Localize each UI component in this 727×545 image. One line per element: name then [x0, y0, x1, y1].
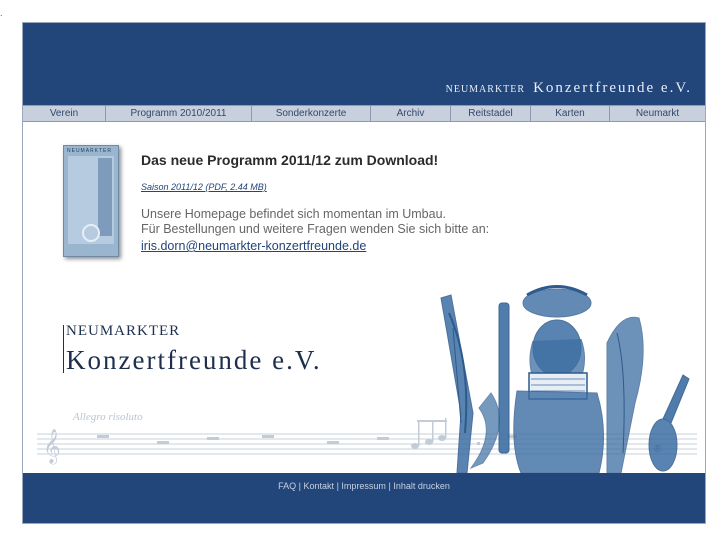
logo-line-2: Konzertfreunde e.V. [66, 345, 322, 375]
nav-item-verein[interactable]: Verein [23, 106, 106, 121]
footer-separator: | [336, 481, 339, 491]
main-content: Das neue Programm 2011/12 zum Download! … [141, 152, 581, 255]
thumbnail-emblem-icon [82, 224, 100, 242]
musician-illustration [440, 285, 690, 473]
nav-item-reitstadel[interactable]: Reitstadel [451, 106, 531, 121]
program-download-link[interactable]: Saison 2011/12 (PDF, 2.44 MB) [141, 182, 267, 192]
page-headline: Das neue Programm 2011/12 zum Download! [141, 152, 439, 168]
thumbnail-label: NEUMARKTER [67, 148, 113, 154]
notice-line-1: Unsere Homepage befindet sich momentan i… [141, 207, 447, 221]
notice-line-2: Für Bestellungen und weitere Fragen wend… [141, 222, 490, 236]
nav-item-archiv[interactable]: Archiv [371, 106, 451, 121]
footer: FAQ | Kontakt | Impressum | Inhalt druck… [23, 473, 705, 523]
notice-text: Unsere Homepage befindet sich momentan i… [141, 207, 581, 237]
header-title: Neumarkter Konzertfreunde e.V. [446, 79, 692, 97]
corner-mark: . [0, 8, 3, 18]
footer-link-impressum[interactable]: Impressum [341, 481, 386, 491]
nav-item-karten[interactable]: Karten [531, 106, 610, 121]
page-frame: Neumarkter Konzertfreunde e.V. Verein Pr… [22, 22, 706, 524]
footer-link-kontakt[interactable]: Kontakt [304, 481, 335, 491]
nav-item-sonderkonzerte[interactable]: Sonderkonzerte [252, 106, 371, 121]
header-title-small: Neumarkter [445, 84, 526, 95]
contact-email-link[interactable]: iris.dorn@neumarkter-konzertfreunde.de [141, 239, 366, 253]
main-nav: Verein Programm 2010/2011 Sonderkonzerte… [23, 105, 705, 122]
logo-bar [63, 325, 64, 373]
footer-links: FAQ | Kontakt | Impressum | Inhalt druck… [23, 481, 705, 491]
footer-separator: | [298, 481, 301, 491]
thumbnail-year-strip [98, 158, 112, 236]
tempo-marking: Allegro risoluto [72, 411, 143, 423]
logo-line-1: NEUMARKTER [66, 323, 181, 339]
footer-link-faq[interactable]: FAQ [278, 481, 296, 491]
registered-mark: ® [654, 444, 662, 455]
footer-separator: | [388, 481, 391, 491]
nav-item-programm[interactable]: Programm 2010/2011 [106, 106, 252, 121]
svg-text:𝄞: 𝄞 [43, 429, 61, 465]
header-title-big: Konzertfreunde e.V. [533, 80, 692, 96]
footer-link-print[interactable]: Inhalt drucken [393, 481, 450, 491]
nav-item-neumarkt[interactable]: Neumarkt [610, 106, 705, 121]
header-banner: Neumarkter Konzertfreunde e.V. [23, 23, 705, 105]
program-pdf-thumbnail[interactable]: NEUMARKTER [63, 145, 119, 257]
